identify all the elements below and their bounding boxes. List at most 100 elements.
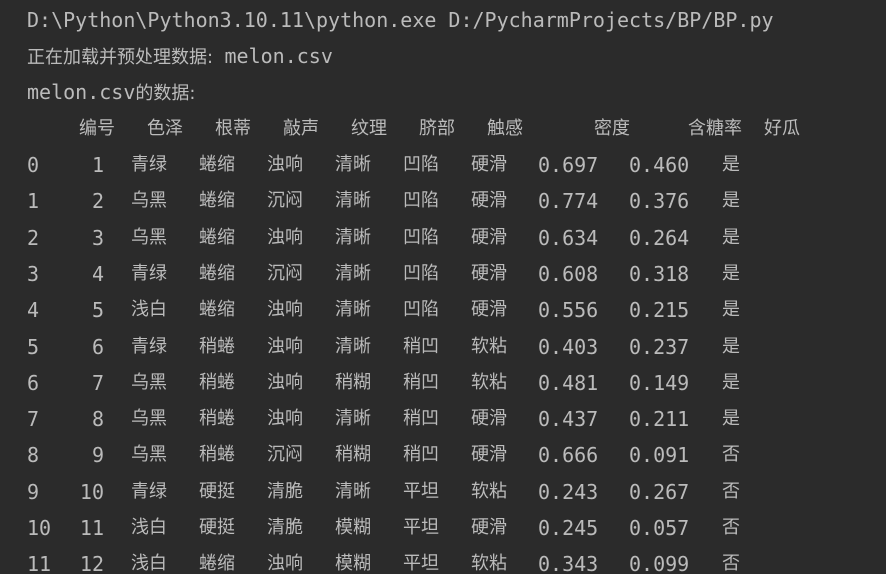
table-row: 6 7 乌黑 稍蜷 浊响 稍糊 稍凹 软粘 0.481 0.149 是 <box>0 370 886 396</box>
data-heading: melon.csv的数据: <box>27 80 195 104</box>
column-header: 含糖率 <box>688 118 742 139</box>
table-cell: 11 <box>79 516 104 540</box>
table-cell: 凹陷 <box>403 263 439 284</box>
table-cell: 2 <box>91 189 104 213</box>
table-cell: 浊响 <box>267 154 303 175</box>
table-cell: 浊响 <box>267 372 303 393</box>
table-cell: 0.376 <box>629 189 690 213</box>
loading-message: 正在加载并预处理数据: melon.csv <box>27 44 333 68</box>
table-cell: 0.666 <box>538 443 599 467</box>
table-cell: 硬滑 <box>471 190 507 211</box>
table-cell: 蜷缩 <box>199 299 235 320</box>
table-cell: 清脆 <box>267 481 303 502</box>
table-cell: 0.267 <box>629 480 690 504</box>
column-header: 触感 <box>487 118 523 139</box>
row-index: 9 <box>27 480 40 504</box>
table-cell: 是 <box>722 227 740 248</box>
table-cell: 浊响 <box>267 408 303 429</box>
table-cell: 平坦 <box>403 553 439 574</box>
table-cell: 否 <box>722 481 740 502</box>
table-cell: 浅白 <box>131 299 167 320</box>
table-cell: 凹陷 <box>403 299 439 320</box>
row-index: 7 <box>27 407 40 431</box>
table-cell: 清晰 <box>335 336 371 357</box>
table-cell: 6 <box>91 335 104 359</box>
table-cell: 0.481 <box>538 371 599 395</box>
table-cell: 凹陷 <box>403 190 439 211</box>
column-header: 纹理 <box>351 118 387 139</box>
table-cell: 浊响 <box>267 227 303 248</box>
table-cell: 0.237 <box>629 335 690 359</box>
table-cell: 浊响 <box>267 336 303 357</box>
row-index: 11 <box>27 552 52 574</box>
table-cell: 1 <box>91 153 104 177</box>
table-cell: 蜷缩 <box>199 553 235 574</box>
table-cell: 0.634 <box>538 226 599 250</box>
table-cell: 稍糊 <box>335 372 371 393</box>
table-cell: 0.556 <box>538 298 599 322</box>
table-cell: 7 <box>91 371 104 395</box>
table-row: 3 4 青绿 蜷缩 沉闷 清晰 凹陷 硬滑 0.608 0.318 是 <box>0 261 886 287</box>
table-cell: 乌黑 <box>131 444 167 465</box>
table-cell: 平坦 <box>403 517 439 538</box>
table-cell: 0.774 <box>538 189 599 213</box>
table-cell: 10 <box>79 480 104 504</box>
table-cell: 硬滑 <box>471 227 507 248</box>
table-cell: 稍凹 <box>403 336 439 357</box>
table-cell: 软粘 <box>471 481 507 502</box>
row-index: 6 <box>27 371 40 395</box>
row-index: 1 <box>27 189 40 213</box>
table-row: 2 3 乌黑 蜷缩 浊响 清晰 凹陷 硬滑 0.634 0.264 是 <box>0 225 886 251</box>
table-cell: 软粘 <box>471 553 507 574</box>
table-cell: 乌黑 <box>131 190 167 211</box>
row-index: 10 <box>27 516 52 540</box>
table-cell: 0.099 <box>629 552 690 574</box>
table-cell: 否 <box>722 517 740 538</box>
table-cell: 0.215 <box>629 298 690 322</box>
column-header: 编号 <box>79 118 115 139</box>
row-index: 5 <box>27 335 40 359</box>
run-console[interactable]: D:\Python\Python3.10.11\python.exe D:/Py… <box>0 0 886 574</box>
table-cell: 浅白 <box>131 553 167 574</box>
table-cell: 青绿 <box>131 481 167 502</box>
table-cell: 硬滑 <box>471 408 507 429</box>
table-cell: 0.264 <box>629 226 690 250</box>
table-cell: 是 <box>722 408 740 429</box>
table-cell: 浊响 <box>267 299 303 320</box>
run-command-line: D:\Python\Python3.10.11\python.exe D:/Py… <box>27 8 774 32</box>
table-cell: 8 <box>91 407 104 431</box>
table-row: 11 12 浅白 蜷缩 浊响 模糊 平坦 软粘 0.343 0.099 否 <box>0 551 886 574</box>
table-row: 7 8 乌黑 稍蜷 浊响 清晰 稍凹 硬滑 0.437 0.211 是 <box>0 406 886 432</box>
table-cell: 清晰 <box>335 190 371 211</box>
table-cell: 0.460 <box>629 153 690 177</box>
table-cell: 稍蜷 <box>199 444 235 465</box>
column-header: 脐部 <box>419 118 455 139</box>
table-cell: 0.697 <box>538 153 599 177</box>
table-cell: 0.437 <box>538 407 599 431</box>
table-cell: 4 <box>91 262 104 286</box>
table-row: 0 1 青绿 蜷缩 浊响 清晰 凹陷 硬滑 0.697 0.460 是 <box>0 152 886 178</box>
table-cell: 是 <box>722 372 740 393</box>
table-cell: 是 <box>722 154 740 175</box>
table-cell: 硬滑 <box>471 154 507 175</box>
column-header: 色泽 <box>147 118 183 139</box>
table-cell: 清晰 <box>335 263 371 284</box>
table-cell: 蜷缩 <box>199 154 235 175</box>
table-cell: 沉闷 <box>267 190 303 211</box>
table-row: 5 6 青绿 稍蜷 浊响 清晰 稍凹 软粘 0.403 0.237 是 <box>0 334 886 360</box>
table-cell: 0.243 <box>538 480 599 504</box>
table-cell: 12 <box>79 552 104 574</box>
table-cell: 0.057 <box>629 516 690 540</box>
table-cell: 清晰 <box>335 481 371 502</box>
column-header: 好瓜 <box>764 118 800 139</box>
table-cell: 稍蜷 <box>199 372 235 393</box>
table-cell: 9 <box>91 443 104 467</box>
table-cell: 硬滑 <box>471 444 507 465</box>
table-cell: 青绿 <box>131 263 167 284</box>
table-row: 4 5 浅白 蜷缩 浊响 清晰 凹陷 硬滑 0.556 0.215 是 <box>0 297 886 323</box>
table-cell: 硬挺 <box>199 481 235 502</box>
table-cell: 硬滑 <box>471 517 507 538</box>
loading-file: melon.csv <box>224 44 333 68</box>
table-cell: 稍凹 <box>403 408 439 429</box>
table-cell: 是 <box>722 336 740 357</box>
